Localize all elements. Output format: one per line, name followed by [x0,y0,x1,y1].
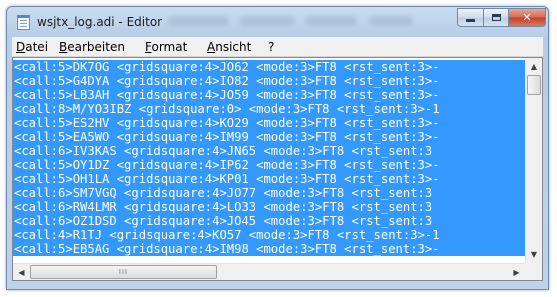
menu-bar: Datei Bearbeiten Format Ansicht ? [12,37,543,57]
notepad-icon [17,15,30,30]
text-line[interactable]: <call:6>IV3KAS <gridsquare:4>JN65 <mode:… [13,144,525,158]
vertical-scroll-thumb[interactable] [527,75,541,95]
blurred-title-area [167,16,229,26]
text-line[interactable]: <call:5>OH1LA <gridsquare:4>KP01 <mode:3… [13,172,525,186]
menu-bearbeiten[interactable]: Bearbeiten [59,40,125,54]
text-line[interactable]: <call:5>EB5AG <gridsquare:4>IM98 <mode:3… [13,242,525,256]
maximize-button[interactable] [483,8,509,27]
text-content[interactable]: <call:5>DK7OG <gridsquare:4>JO62 <mode:3… [13,58,525,263]
text-line[interactable]: <call:5>LB3AH <gridsquare:4>JO59 <mode:3… [13,88,525,102]
scroll-left-icon[interactable]: ◀ [13,264,30,280]
horizontal-scrollbar[interactable]: ◀ III ▶ [13,263,525,280]
blurred-title-area [239,16,295,26]
scrollbar-corner [525,263,542,280]
text-line[interactable]: <call:5>G4DYA <gridsquare:4>IO82 <mode:3… [13,74,525,88]
text-line[interactable]: <call:5>DK7OG <gridsquare:4>JO62 <mode:3… [13,60,525,74]
menu-format[interactable]: Format [145,40,187,54]
maximize-icon [491,14,501,21]
minimize-icon [466,19,475,22]
horizontal-scroll-thumb[interactable]: III [30,265,217,279]
grip-icon: III [118,268,129,276]
blurred-title-area [369,16,413,26]
minimize-button[interactable] [457,8,484,27]
text-line[interactable]: <call:8>M/YO3IBZ <gridsquare:0> <mode:3>… [13,102,525,116]
text-line[interactable]: <call:6>RW4LMR <gridsquare:4>LO33 <mode:… [13,200,525,214]
text-editor[interactable]: <call:5>DK7OG <gridsquare:4>JO62 <mode:3… [12,57,543,281]
text-line[interactable]: <call:6>SM7VGQ <gridsquare:4>JO77 <mode:… [13,186,525,200]
text-line[interactable]: <call:5>EA5WO <gridsquare:4>IM99 <mode:3… [13,130,525,144]
close-icon: ✕ [522,11,532,24]
text-line[interactable]: <call:6>OZ1DSD <gridsquare:4>JO45 <mode:… [13,214,525,228]
scroll-down-icon[interactable]: ▼ [526,246,542,263]
vertical-scrollbar[interactable]: ▲ ▼ [525,58,542,263]
title-bar[interactable]: wsjtx_log.adi - Editor ✕ [7,7,548,37]
close-button[interactable]: ✕ [508,8,546,27]
scroll-up-icon[interactable]: ▲ [526,58,542,75]
text-line[interactable]: <call:5>OY1DZ <gridsquare:4>IP62 <mode:3… [13,158,525,172]
text-line[interactable]: <call:5>ES2HV <gridsquare:4>KO29 <mode:3… [13,116,525,130]
blurred-title-area [305,16,357,26]
window-title: wsjtx_log.adi - Editor [37,15,163,29]
scroll-right-icon[interactable]: ▶ [508,264,525,280]
menu-ansicht[interactable]: Ansicht [207,40,251,54]
editor-window: wsjtx_log.adi - Editor ✕ Datei Bearbeite… [6,6,549,290]
text-line[interactable]: <call:4>R1TJ <gridsquare:4>KO57 <mode:3>… [13,228,525,242]
menu-help[interactable]: ? [268,40,274,54]
menu-datei[interactable]: Datei [16,40,48,54]
